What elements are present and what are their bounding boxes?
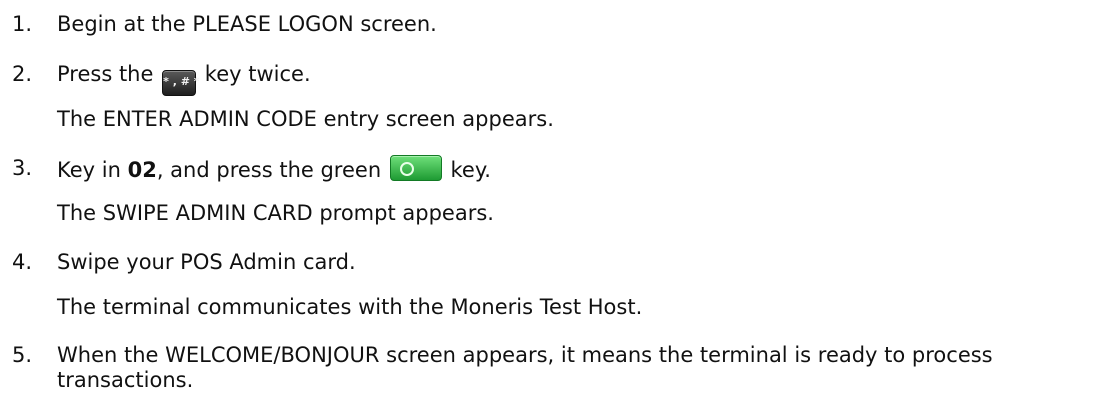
step-text: Swipe your POS Admin card. bbox=[57, 250, 356, 274]
step-number: 4. bbox=[12, 250, 33, 274]
step-text-after: key. bbox=[450, 158, 491, 182]
step-text: When the WELCOME/BONJOUR screen appears,… bbox=[57, 343, 993, 367]
step-note-text: The terminal communicates with the Moner… bbox=[57, 295, 643, 319]
green-key-icon bbox=[389, 155, 442, 181]
step-text-continued: transactions. bbox=[57, 368, 194, 392]
step-text-before: Key in bbox=[57, 158, 121, 182]
admin-code-value: 02 bbox=[127, 158, 157, 182]
step-text: Begin at the PLEASE LOGON screen. bbox=[57, 12, 437, 36]
step-note-text: The ENTER ADMIN CODE entry screen appear… bbox=[57, 107, 554, 131]
step-number: 1. bbox=[12, 12, 33, 36]
step-list: 1. Begin at the PLEASE LOGON screen. 2. … bbox=[0, 0, 1101, 393]
step-text-after: key twice. bbox=[204, 62, 311, 86]
step-text: Key in 02, and press the green key. bbox=[57, 155, 491, 183]
step-number: 2. bbox=[12, 62, 33, 86]
step-text: Press the * , # * key twice. bbox=[57, 61, 311, 96]
step-note-text: The SWIPE ADMIN CARD prompt appears. bbox=[57, 201, 494, 225]
step-text-before: Press the bbox=[57, 62, 154, 86]
step-number: 5. bbox=[12, 343, 33, 367]
step-text-middle: , and press the green bbox=[156, 158, 382, 182]
step-number: 3. bbox=[12, 156, 33, 180]
hash-key-icon: * , # * bbox=[162, 70, 200, 96]
